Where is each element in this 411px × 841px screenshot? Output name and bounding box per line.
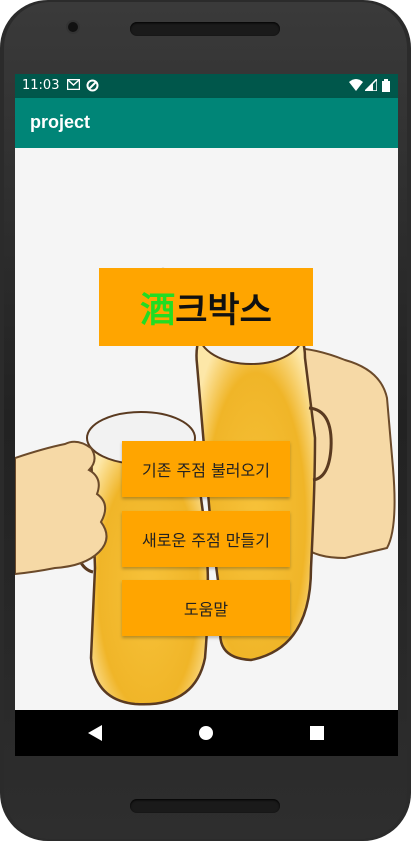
cell-signal-icon <box>363 77 378 93</box>
title-hanja: 酒 <box>140 290 176 331</box>
back-icon[interactable] <box>65 710 125 756</box>
bottom-speaker <box>130 799 280 813</box>
recents-icon[interactable] <box>287 710 347 756</box>
app-bar: project <box>15 98 398 148</box>
front-camera <box>68 22 78 32</box>
top-speaker <box>130 22 280 36</box>
data-saver-icon <box>85 79 99 93</box>
gmail-icon <box>66 78 80 93</box>
create-new-bar-button[interactable]: 새로운 주점 만들기 <box>122 511 290 567</box>
main-content: 酒 크박스 기존 주점 불러오기 새로운 주점 만들기 도움말 <box>15 148 398 710</box>
battery-icon <box>379 79 393 93</box>
phone-frame: 11:03 project 酒 크박스 기존 주점 불러오기 새로운 주점 만들… <box>0 0 411 841</box>
screen: 11:03 project 酒 크박스 기존 주점 불러오기 새로운 주점 만들… <box>15 74 398 756</box>
app-title: project <box>30 112 91 132</box>
navigation-bar <box>15 710 398 756</box>
title-text: 크박스 <box>175 290 272 331</box>
status-time: 11:03 <box>22 78 60 93</box>
app-logo-title: 酒 크박스 <box>99 268 313 346</box>
status-bar: 11:03 <box>15 74 398 98</box>
help-button[interactable]: 도움말 <box>122 580 290 636</box>
left-hand <box>15 440 108 576</box>
wifi-icon <box>349 79 363 93</box>
home-icon[interactable] <box>176 710 236 756</box>
load-existing-bar-button[interactable]: 기존 주점 불러오기 <box>122 441 290 497</box>
